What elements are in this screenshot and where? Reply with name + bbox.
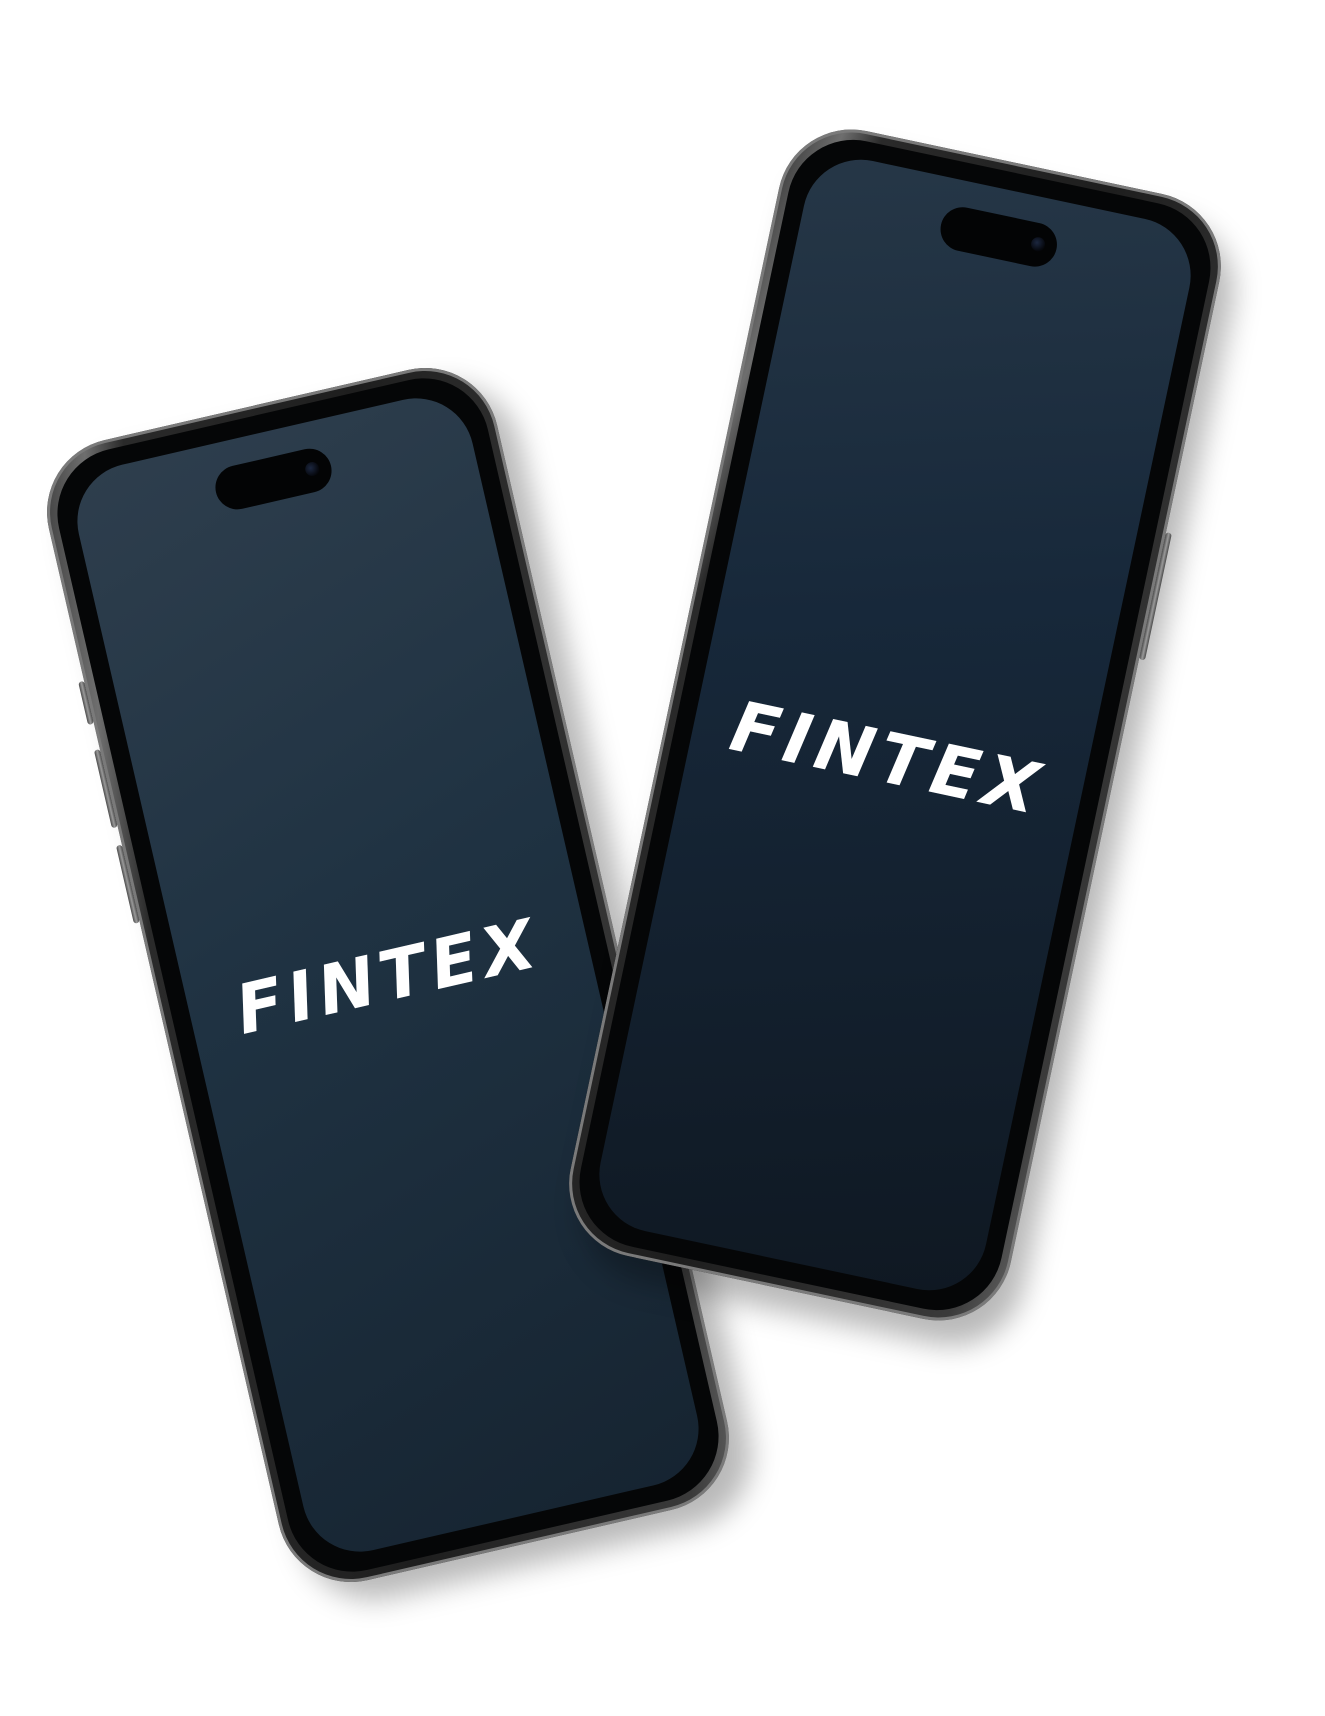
brand-logo-text: FINTEX (228, 904, 549, 1051)
brand-logo-text: FINTEX (723, 685, 1052, 832)
dynamic-island (211, 444, 336, 514)
phone-front: FINTEX (555, 115, 1235, 1335)
phone-screen: FINTEX (588, 148, 1202, 1302)
camera-notch-icon (1029, 235, 1047, 253)
dynamic-island (936, 203, 1062, 271)
camera-notch-icon (303, 460, 321, 478)
